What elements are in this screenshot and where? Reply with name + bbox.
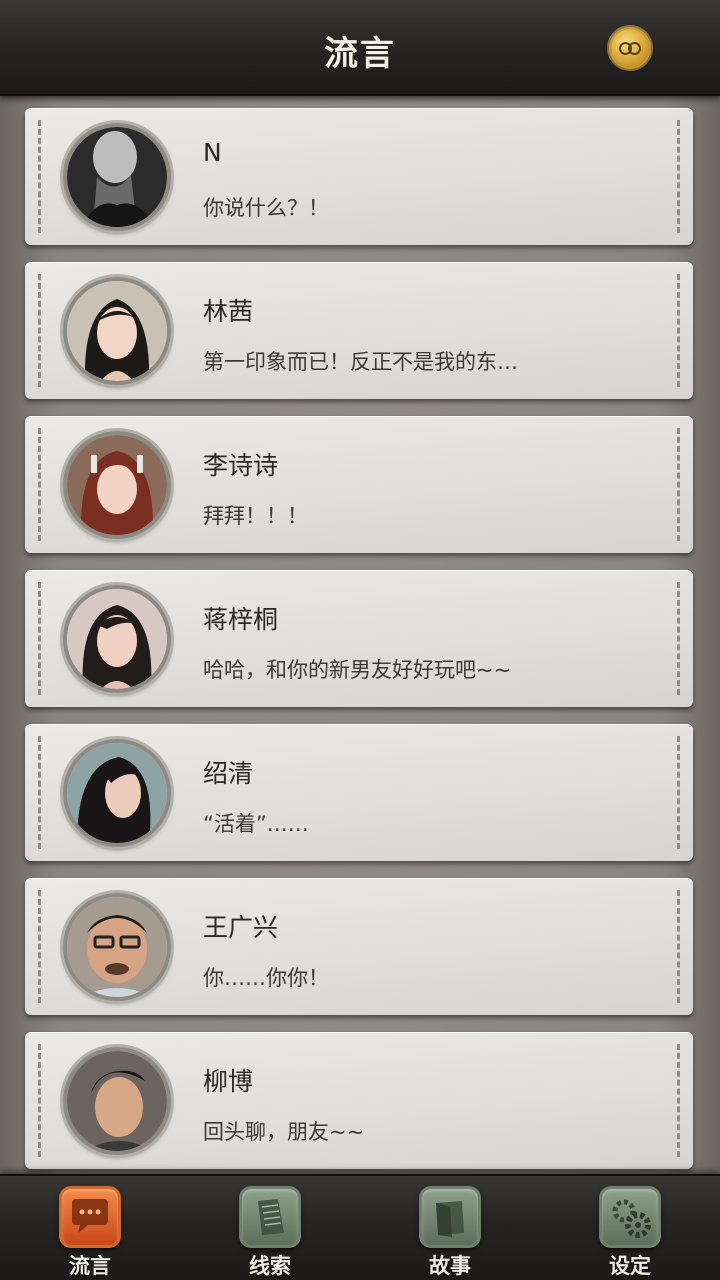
contact-last-message: 你……你你！ — [203, 966, 329, 990]
stitch-decoration — [38, 120, 41, 233]
tab-label: 设定 — [609, 1253, 651, 1278]
stitch-decoration — [38, 736, 41, 849]
contact-last-message: 拜拜！！！ — [203, 504, 308, 528]
tab-clues[interactable]: 线索 — [225, 1184, 315, 1280]
tab-label: 线索 — [249, 1253, 291, 1278]
papers-icon — [239, 1186, 301, 1248]
avatar — [63, 277, 171, 385]
stitch-decoration — [677, 120, 680, 233]
contact-card-n[interactable]: N 你说什么？！ — [25, 108, 693, 245]
avatar — [63, 739, 171, 847]
stitch-decoration — [38, 1044, 41, 1157]
contact-last-message: 回头聊，朋友~~ — [203, 1120, 365, 1144]
gear-icon — [599, 1186, 661, 1248]
tab-story[interactable]: 故事 — [405, 1184, 495, 1280]
stitch-decoration — [38, 890, 41, 1003]
stitch-decoration — [38, 582, 41, 695]
avatar — [63, 585, 171, 693]
avatar — [63, 431, 171, 539]
stitch-decoration — [38, 274, 41, 387]
contact-last-message: “活着”…… — [203, 812, 309, 836]
contact-name: N — [203, 138, 222, 167]
chat-bubble-icon — [59, 1186, 121, 1248]
contact-card-lishishi[interactable]: 李诗诗 拜拜！！！ — [25, 416, 693, 553]
bottom-tab-bar: 流言 线索 故事 设定 — [0, 1174, 720, 1280]
tab-label: 流言 — [69, 1253, 111, 1278]
stitch-decoration — [677, 274, 680, 387]
contact-name: 柳博 — [203, 1067, 254, 1096]
contact-name: 王广兴 — [203, 913, 279, 942]
top-bar: 流言 — [0, 0, 720, 96]
contact-name: 李诗诗 — [203, 451, 279, 480]
stitch-decoration — [677, 428, 680, 541]
contact-card-liubo[interactable]: 柳博 回头聊，朋友~~ — [25, 1032, 693, 1169]
stitch-decoration — [677, 1044, 680, 1157]
contact-card-jiangzitong[interactable]: 蒋梓桐 哈哈，和你的新男友好好玩吧~~ — [25, 570, 693, 707]
stitch-decoration — [677, 736, 680, 849]
avatar — [63, 893, 171, 1001]
contact-list[interactable]: N 你说什么？！ 林茜 第一印象而已！反正不是我的东… 李诗诗 拜拜！！！ 蒋梓… — [0, 96, 720, 1174]
contact-last-message: 你说什么？！ — [203, 196, 329, 220]
avatar — [63, 1047, 171, 1155]
tab-rumors[interactable]: 流言 — [45, 1184, 135, 1280]
contact-name: 绍清 — [203, 759, 254, 788]
infinity-coin-icon[interactable] — [611, 29, 649, 67]
contact-last-message: 哈哈，和你的新男友好好玩吧~~ — [203, 658, 512, 682]
contact-name: 林茜 — [203, 297, 254, 326]
avatar — [63, 123, 171, 231]
tab-label: 故事 — [429, 1253, 471, 1278]
contact-card-shaoqing[interactable]: 绍清 “活着”…… — [25, 724, 693, 861]
book-icon — [419, 1186, 481, 1248]
contact-name: 蒋梓桐 — [203, 605, 279, 634]
tab-settings[interactable]: 设定 — [585, 1184, 675, 1280]
stitch-decoration — [677, 890, 680, 1003]
contact-card-linqian[interactable]: 林茜 第一印象而已！反正不是我的东… — [25, 262, 693, 399]
contact-last-message: 第一印象而已！反正不是我的东… — [203, 350, 518, 374]
stitch-decoration — [38, 428, 41, 541]
stitch-decoration — [677, 582, 680, 695]
contact-card-wangguangxing[interactable]: 王广兴 你……你你！ — [25, 878, 693, 1015]
